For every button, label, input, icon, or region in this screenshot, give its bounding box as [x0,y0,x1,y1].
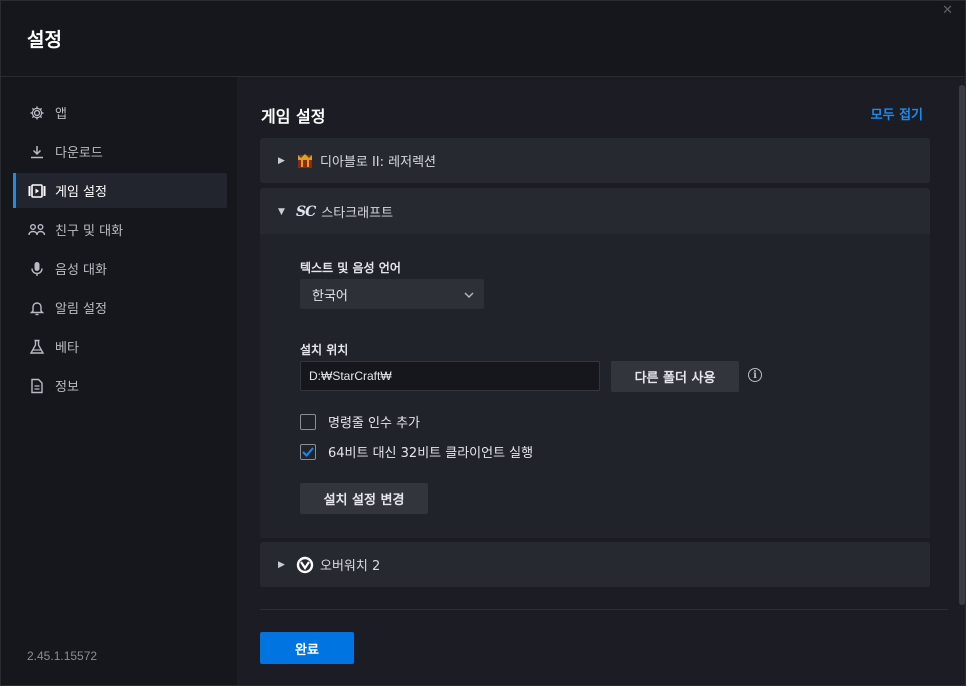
32bit-client-checkbox[interactable] [300,443,316,460]
game-name: 스타크래프트 [321,206,394,221]
sidebar-item-info[interactable]: 정보 [13,368,227,403]
install-path-field[interactable]: D:₩StarCraft₩ [300,361,600,391]
sidebar-item-label: 친구 및 대화 [55,224,124,239]
install-location-label: 설치 위치 [300,343,349,357]
title-bar: 설정 ✕ [1,1,965,77]
sidebar-item-voice[interactable]: 음성 대화 [13,251,227,286]
game-row-overwatch[interactable]: ▶ 오버워치 2 [260,542,930,587]
sidebar-item-download[interactable]: 다운로드 [13,134,227,169]
cmdline-args-checkbox-row[interactable]: 명령줄 인수 추가 [300,412,420,431]
change-install-settings-button[interactable]: 설치 설정 변경 [300,483,428,514]
32bit-client-checkbox-row[interactable]: 64비트 대신 32비트 클라이언트 실행 [300,442,533,461]
sidebar-item-label: 앱 [55,107,67,122]
language-label: 텍스트 및 음성 언어 [300,261,401,275]
sidebar-item-label: 베타 [55,341,79,356]
download-icon [27,144,47,160]
gear-icon [27,105,47,121]
sidebar-item-game-settings[interactable]: 게임 설정 [13,173,227,208]
checkmark-icon [302,446,314,457]
settings-window: 설정 ✕ 앱 다운로드 게임 설정 친구 및 대화 음성 대화 알림 설정 베타… [0,0,966,686]
microphone-icon [27,261,47,277]
game-name: 디아블로 II: 레저렉션 [320,155,436,170]
sidebar-item-label: 음성 대화 [55,263,107,278]
version-label: 2.45.1.15572 [27,649,98,663]
document-icon [27,378,47,394]
starcraft-settings-panel: 텍스트 및 음성 언어 한국어 설치 위치 D:₩StarCraft₩ 다른 폴… [260,234,930,538]
game-row-starcraft[interactable]: ▼ SC 스타크래프트 [260,188,930,235]
flask-icon [27,339,47,355]
game-row-diablo[interactable]: ▶ 디아블로 II: 레저렉션 [260,138,930,183]
game-name: 오버워치 2 [320,559,381,574]
starcraft-icon: SC [296,203,316,220]
chevron-down-icon [464,288,474,301]
sidebar-item-label: 알림 설정 [55,302,107,317]
sidebar-item-notifications[interactable]: 알림 설정 [13,290,227,325]
use-other-folder-button[interactable]: 다른 폴더 사용 [611,361,739,392]
close-icon[interactable]: ✕ [942,3,953,18]
collapse-all-link[interactable]: 모두 접기 [871,104,923,123]
info-icon[interactable]: i [748,368,762,382]
language-value: 한국어 [312,288,348,304]
scrollbar[interactable] [959,85,965,605]
done-button[interactable]: 완료 [260,632,354,664]
sidebar-item-label: 게임 설정 [55,185,107,200]
sidebar: 앱 다운로드 게임 설정 친구 및 대화 음성 대화 알림 설정 베타 정보 2… [1,77,237,685]
friends-icon [27,223,47,237]
checkbox-label: 64비트 대신 32비트 클라이언트 실행 [328,446,534,461]
checkbox-label: 명령줄 인수 추가 [328,416,420,431]
window-title: 설정 [27,29,62,51]
diablo-icon [296,152,314,170]
collapse-arrow-icon: ▼ [278,206,285,217]
sidebar-item-label: 다운로드 [55,146,103,161]
overwatch-icon [296,556,314,574]
sidebar-item-app[interactable]: 앱 [13,95,227,130]
expand-arrow-icon: ▶ [278,559,285,570]
cmdline-args-checkbox[interactable] [300,413,316,430]
expand-arrow-icon: ▶ [278,155,285,166]
page-title: 게임 설정 [261,107,326,126]
language-select[interactable]: 한국어 [300,279,484,309]
bell-icon [27,300,47,316]
sidebar-item-label: 정보 [55,380,79,395]
main-content: 게임 설정 모두 접기 ▶ 디아블로 II: 레저렉션 ▼ SC 스타크래프트 … [237,77,965,685]
sidebar-item-beta[interactable]: 베타 [13,329,227,364]
game-settings-icon [27,183,47,198]
sidebar-item-friends[interactable]: 친구 및 대화 [13,212,227,247]
divider [260,609,948,610]
